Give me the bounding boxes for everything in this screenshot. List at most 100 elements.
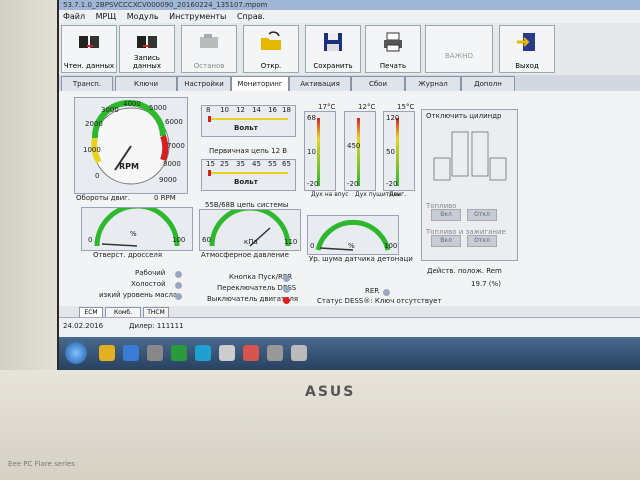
rpm-tick-1000: 1000: [83, 146, 101, 154]
write-data-button[interactable]: Запись данных: [119, 25, 175, 73]
temp-trim-bar: [357, 118, 360, 186]
model-label: Eee PC Flare series: [8, 460, 75, 468]
menu-tools[interactable]: Инструменты: [169, 12, 226, 21]
temp-engine-label: Двиг.: [389, 191, 407, 198]
vp-tick-14: 14: [252, 106, 261, 114]
rpm-tick-5000: 5000: [149, 104, 167, 112]
tab-journal[interactable]: Журнал: [405, 76, 461, 92]
taskbar-folder-icon[interactable]: [99, 345, 115, 361]
important-button[interactable]: ВАЖНО: [425, 25, 493, 73]
vp-tick-16: 16: [268, 106, 277, 114]
important-label: ВАЖНО: [445, 52, 473, 60]
dwell-label: Действ. полож. Rem: [427, 267, 502, 275]
toolbar: Чтен. данных Запись данных Останов Откр.…: [59, 23, 640, 75]
print-label: Печать: [379, 62, 407, 70]
brand-logo: ASUS: [305, 384, 356, 400]
voltage-primary-gauge: 8 10 12 14 16 18 Вольт: [201, 105, 296, 137]
knock-tick-100: 100: [384, 242, 398, 250]
print-button[interactable]: Печать: [365, 25, 421, 73]
vs-tick-65: 65: [282, 160, 291, 168]
rpm-value: 0 RPM: [154, 194, 176, 202]
status-date: 24.02.2016: [63, 322, 104, 330]
cyl-fuelign-off[interactable]: Откл: [467, 235, 497, 247]
tab-activation[interactable]: Активация: [289, 76, 351, 92]
save-button[interactable]: Сохранить: [305, 25, 361, 73]
voltage-primary-marker: [208, 116, 211, 122]
temp-intake-tick-mid: 10: [307, 148, 316, 156]
cyl-fuel-on[interactable]: Вкл: [431, 209, 461, 221]
ecm-tabs: ECM Комб. приб. ТНСМ: [59, 306, 640, 325]
menu-mrsh[interactable]: МРЩ: [96, 12, 116, 21]
taskbar-misc2-icon[interactable]: [291, 345, 307, 361]
temp-engine-value: 15: [397, 103, 406, 111]
temp-engine-tick-hi: 120: [386, 114, 400, 122]
tab-keys[interactable]: Ключи: [115, 76, 177, 92]
exit-door-icon: [517, 33, 535, 51]
read-data-button[interactable]: Чтен. данных: [61, 25, 117, 73]
throttle-unit: %: [130, 230, 137, 238]
exit-label: Выход: [515, 62, 539, 70]
ind-oil-lamp: [175, 293, 182, 300]
tab-extra[interactable]: Дополн: [461, 76, 515, 92]
rpm-tick-6000: 6000: [165, 118, 183, 126]
rpm-gauge: 1000 2000 3000 4000 5000 6000 7000 8000 …: [74, 97, 188, 194]
ind-rer-lamp: [383, 289, 390, 296]
menu-help[interactable]: Справ.: [237, 12, 265, 21]
menu-bar: Файл МРЩ Модуль Инструменты Справ.: [59, 10, 640, 23]
ind-oil-label: изкий уровень масла: [99, 291, 178, 299]
voltage-system-label: 55В/68В цепь системы: [205, 201, 289, 209]
vs-tick-55: 55: [268, 160, 277, 168]
cylinder-title: Отключить цилиндр: [426, 112, 502, 120]
menu-module[interactable]: Модуль: [127, 12, 159, 21]
cylinder-icon: [433, 131, 507, 181]
dwell-value: 19.7 (%): [471, 280, 501, 288]
temp-engine-gauge: 120 50 -20: [383, 111, 415, 191]
status-dealer: Дилер: 111111: [129, 322, 184, 330]
tab-monitoring[interactable]: Мониторинг: [231, 76, 289, 91]
taskbar-media-icon[interactable]: [147, 345, 163, 361]
tab-settings[interactable]: Настройки: [177, 76, 231, 92]
rpm-tick-3000: 3000: [101, 106, 119, 114]
taskbar-ie-icon[interactable]: [123, 345, 139, 361]
windows-taskbar: [59, 337, 640, 370]
ind-idle-lamp: [175, 282, 182, 289]
exit-button[interactable]: Выход: [499, 25, 555, 73]
pressure-tick-60: 60: [202, 236, 211, 244]
ind-working-label: Рабочий: [135, 269, 166, 277]
laptop-body: 53.7.1.0_2BPSVCCCXCV000090_20160224_1351…: [0, 0, 640, 480]
temp-intake-bar: [317, 118, 320, 186]
throttle-gauge: % 0 100: [81, 203, 193, 251]
temp-intake-tick-hi: 68: [307, 114, 316, 122]
throttle-tick-100: 100: [172, 236, 186, 244]
stop-button[interactable]: Останов: [181, 25, 237, 73]
taskbar-misc-icon[interactable]: [267, 345, 283, 361]
rpm-unit: RPM: [119, 162, 139, 171]
taskbar-app-icon[interactable]: [171, 345, 187, 361]
temp-engine-unit: °C: [406, 103, 415, 111]
taskbar-skype-icon[interactable]: [195, 345, 211, 361]
temp-engine-tick-mid: 50: [386, 148, 395, 156]
voltage-system-gauge: 15 25 35 45 55 65 Вольт: [201, 159, 296, 191]
menu-file[interactable]: Файл: [63, 12, 85, 21]
vp-tick-10: 10: [220, 106, 229, 114]
tab-faults[interactable]: Сбои: [351, 76, 405, 92]
voltage-system-bar: [208, 172, 288, 174]
save-label: Сохранить: [313, 62, 353, 70]
open-button[interactable]: Откр.: [243, 25, 299, 73]
start-button[interactable]: [65, 342, 87, 364]
laptop-bezel: ASUS Eee PC Flare series: [0, 370, 640, 480]
stop-label: Останов: [193, 62, 225, 70]
pressure-gauge: кПа 60 110: [199, 205, 301, 251]
vs-tick-25: 25: [220, 160, 229, 168]
ind-idle-label: Холостой: [131, 280, 166, 288]
tab-transport[interactable]: Трансп.: [61, 76, 113, 92]
voltage-primary-label: Первичная цепь 12 В: [209, 147, 288, 155]
taskbar-chrome-icon[interactable]: [243, 345, 259, 361]
cyl-fuel-off[interactable]: Откл: [467, 209, 497, 221]
rpm-tick-7000: 7000: [167, 142, 185, 150]
vs-tick-45: 45: [252, 160, 261, 168]
temp-trim-tick-hi: 450: [347, 142, 361, 150]
cyl-fuelign-on[interactable]: Вкл: [431, 235, 461, 247]
taskbar-paint-icon[interactable]: [219, 345, 235, 361]
rpm-tick-8000: 8000: [163, 160, 181, 168]
